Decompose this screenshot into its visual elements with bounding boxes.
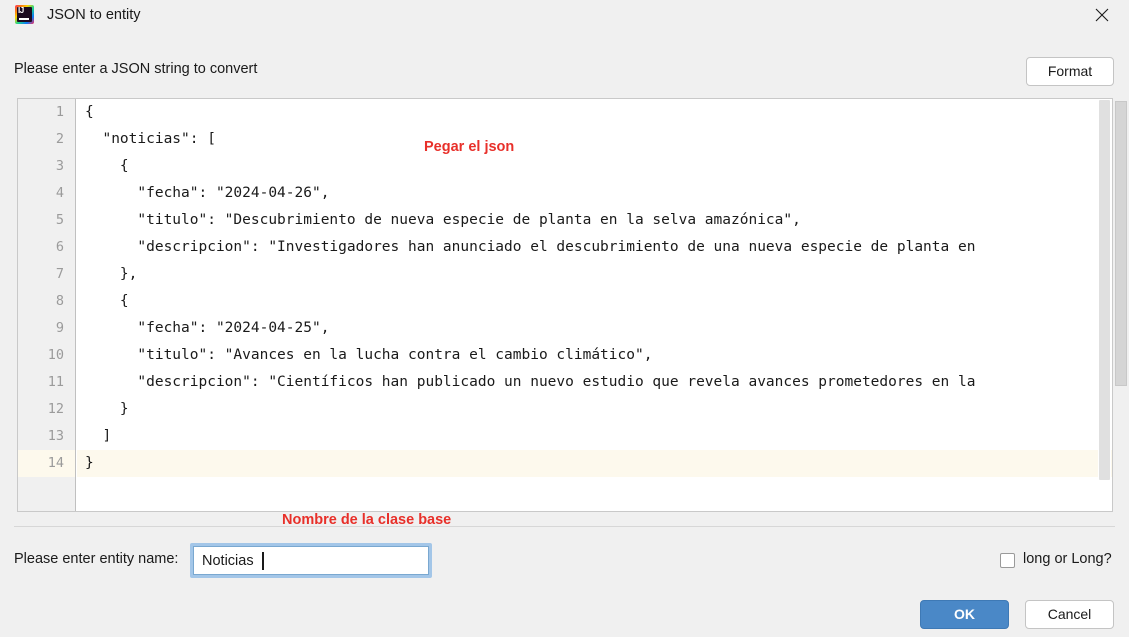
dialog-window: JSON to entity Please enter a JSON strin… [0, 0, 1129, 637]
text-caret [262, 552, 264, 570]
ok-button[interactable]: OK [920, 600, 1009, 629]
title-bar: JSON to entity [0, 0, 1129, 30]
editor-code-area[interactable]: { "noticias": [ { "fecha": "2024-04-26",… [77, 99, 1112, 511]
window-title: JSON to entity [47, 7, 141, 23]
editor-scrollbar-thumb[interactable] [1099, 100, 1110, 480]
editor-vertical-scrollbar[interactable] [1098, 100, 1111, 511]
line-number: 9 [55, 320, 64, 336]
code-line[interactable]: "descripcion": "Científicos han publicad… [77, 369, 1112, 396]
line-number: 8 [55, 293, 64, 309]
line-number: 13 [47, 428, 64, 444]
long-or-long-label: long or Long? [1023, 551, 1112, 567]
long-or-long-checkbox[interactable] [1000, 553, 1015, 568]
line-number: 14 [18, 450, 75, 477]
code-line[interactable]: { [77, 288, 1112, 315]
code-line[interactable]: "fecha": "2024-04-25", [77, 315, 1112, 342]
line-number: 3 [55, 158, 64, 174]
code-line[interactable]: } [77, 396, 1112, 423]
line-number: 5 [55, 212, 64, 228]
line-number: 11 [47, 374, 64, 390]
json-prompt-label: Please enter a JSON string to convert [14, 61, 258, 77]
code-line[interactable]: "titulo": "Descubrimiento de nueva espec… [77, 207, 1112, 234]
line-number: 1 [55, 104, 64, 120]
entity-name-input-wrapper[interactable] [190, 543, 432, 578]
close-icon[interactable] [1080, 0, 1125, 30]
code-line[interactable]: } [77, 450, 1112, 477]
code-line[interactable]: { [77, 153, 1112, 180]
json-editor[interactable]: 1 2 3 4 5 6 7 8 9 10 11 12 13 14 { "noticias": [ { "f… [17, 98, 1113, 512]
entity-name-label: Please enter entity name: [14, 551, 179, 567]
code-line[interactable]: "descripcion": "Investigadores han anunc… [77, 234, 1112, 261]
line-number: 2 [55, 131, 64, 147]
annotation-nombre-clase-base: Nombre de la clase base [282, 512, 452, 528]
dialog-scrollbar-thumb[interactable] [1115, 101, 1127, 386]
code-line[interactable]: ] [77, 423, 1112, 450]
line-number: 7 [55, 266, 64, 282]
line-number: 4 [55, 185, 64, 201]
code-line[interactable]: "titulo": "Avances en la lucha contra el… [77, 342, 1112, 369]
line-number: 10 [47, 347, 64, 363]
code-line[interactable]: { [77, 99, 1112, 126]
editor-gutter: 1 2 3 4 5 6 7 8 9 10 11 12 13 14 [18, 99, 76, 511]
line-number: 6 [55, 239, 64, 255]
cancel-button[interactable]: Cancel [1025, 600, 1114, 629]
section-divider [14, 526, 1115, 527]
code-line[interactable]: "noticias": [ [77, 126, 1112, 153]
intellij-idea-icon [15, 5, 34, 24]
code-line[interactable]: }, [77, 261, 1112, 288]
format-button[interactable]: Format [1026, 57, 1114, 86]
entity-name-input[interactable] [193, 546, 429, 575]
code-line[interactable]: "fecha": "2024-04-26", [77, 180, 1112, 207]
line-number: 12 [47, 401, 64, 417]
dialog-vertical-scrollbar[interactable] [1114, 99, 1128, 511]
